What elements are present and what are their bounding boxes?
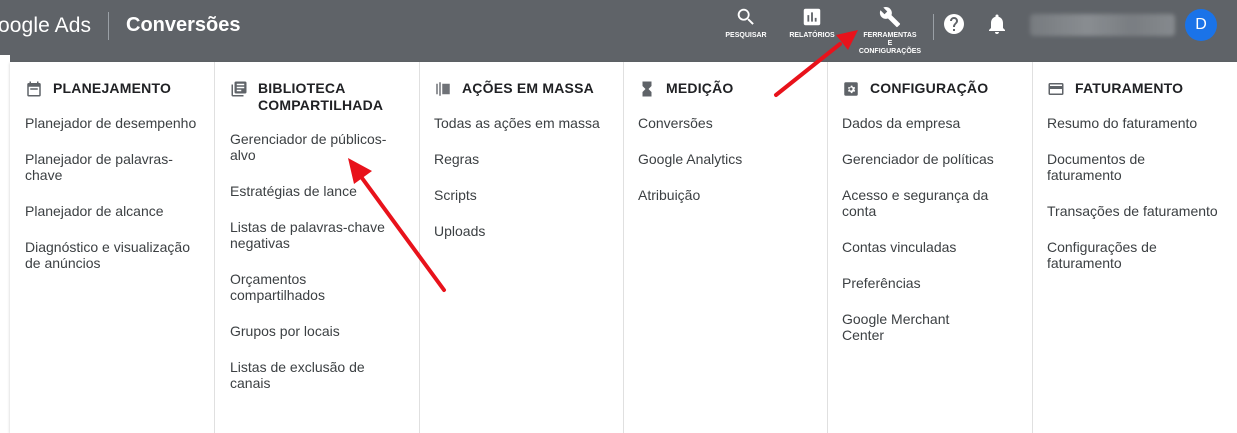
google-ads-logo[interactable]: oogle Ads	[0, 14, 91, 38]
menu-item-listas-palavras-negativas[interactable]: Listas de palavras-chave negativas	[230, 219, 419, 251]
column-biblioteca-compartilhada: BIBLIOTECA COMPARTILHADA Gerenciador de …	[214, 62, 419, 433]
column-faturamento: FATURAMENTO Resumo do faturamento Docume…	[1032, 62, 1237, 433]
menu-item-diagnostico-anuncios[interactable]: Diagnóstico e visualização de anúncios	[25, 239, 214, 271]
column-header-label: BIBLIOTECA COMPARTILHADA	[258, 80, 384, 113]
menu-item-todas-acoes-massa[interactable]: Todas as ações em massa	[434, 115, 623, 131]
column-header-label: CONFIGURAÇÃO	[870, 80, 989, 96]
column-header-label: FATURAMENTO	[1075, 80, 1184, 96]
column-header: MEDIÇÃO	[638, 80, 827, 98]
menu-item-atribuicao[interactable]: Atribuição	[638, 187, 827, 203]
menu-item-acesso-seguranca[interactable]: Acesso e segurança da conta	[842, 187, 1032, 219]
search-label: PESQUISAR	[725, 32, 767, 39]
menu-item-dados-empresa[interactable]: Dados da empresa	[842, 115, 1032, 131]
column-header: PLANEJAMENTO	[25, 80, 214, 98]
menu-item-google-merchant-center[interactable]: Google Merchant Center	[842, 311, 1032, 343]
left-background-strip	[0, 55, 10, 433]
column-items: Gerenciador de públicos- alvo Estratégia…	[230, 131, 419, 391]
column-items: Todas as ações em massa Regras Scripts U…	[434, 115, 623, 239]
wrench-icon	[879, 7, 901, 28]
tools-settings-label: FERRAMENTAS E CONFIGURAÇÕES	[858, 32, 922, 55]
menu-item-listas-exclusao-canais[interactable]: Listas de exclusão de canais	[230, 359, 419, 391]
help-icon	[944, 14, 964, 34]
library-icon	[230, 80, 248, 98]
bulk-actions-icon	[434, 80, 452, 98]
column-items: Dados da empresa Gerenciador de política…	[842, 115, 1032, 343]
menu-item-grupos-locais[interactable]: Grupos por locais	[230, 323, 419, 339]
search-button[interactable]: PESQUISAR	[724, 6, 768, 40]
notifications-button[interactable]	[985, 12, 1009, 36]
menu-item-planejador-desempenho[interactable]: Planejador de desempenho	[25, 115, 214, 131]
menu-item-resumo-faturamento[interactable]: Resumo do faturamento	[1047, 115, 1237, 131]
tools-settings-button[interactable]: FERRAMENTAS E CONFIGURAÇÕES	[854, 6, 926, 56]
menu-item-documentos-faturamento[interactable]: Documentos de faturamento	[1047, 151, 1237, 183]
reports-icon	[803, 8, 821, 26]
tools-menu-panel: PLANEJAMENTO Planejador de desempenho Pl…	[10, 62, 1237, 433]
menu-item-configuracoes-faturamento[interactable]: Configurações de faturamento	[1047, 239, 1237, 271]
column-acoes-em-massa: AÇÕES EM MASSA Todas as ações em massa R…	[419, 62, 623, 433]
column-header: CONFIGURAÇÃO	[842, 80, 1032, 98]
tools-divider	[933, 14, 934, 40]
menu-item-contas-vinculadas[interactable]: Contas vinculadas	[842, 239, 1032, 255]
column-medicao: MEDIÇÃO Conversões Google Analytics Atri…	[623, 62, 827, 433]
column-header: FATURAMENTO	[1047, 80, 1237, 98]
column-header: AÇÕES EM MASSA	[434, 80, 623, 98]
account-info-blurred[interactable]	[1030, 14, 1175, 36]
hourglass-icon	[638, 80, 656, 98]
menu-item-preferencias[interactable]: Preferências	[842, 275, 1032, 291]
settings-icon	[842, 80, 860, 98]
column-items: Resumo do faturamento Documentos de fatu…	[1047, 115, 1237, 271]
menu-item-google-analytics[interactable]: Google Analytics	[638, 151, 827, 167]
reports-label: RELATÓRIOS	[789, 32, 835, 39]
help-button[interactable]	[942, 12, 966, 36]
menu-item-gerenciador-publicos[interactable]: Gerenciador de públicos- alvo	[230, 131, 419, 163]
brand-divider	[108, 12, 109, 40]
menu-item-transacoes-faturamento[interactable]: Transações de faturamento	[1047, 203, 1237, 219]
avatar[interactable]: D	[1185, 9, 1217, 41]
menu-item-conversoes[interactable]: Conversões	[638, 115, 827, 131]
column-items: Planejador de desempenho Planejador de p…	[25, 115, 214, 271]
column-header-label: AÇÕES EM MASSA	[462, 80, 594, 96]
reports-button[interactable]: RELATÓRIOS	[787, 6, 837, 40]
calendar-icon	[25, 80, 43, 98]
menu-item-uploads[interactable]: Uploads	[434, 223, 623, 239]
menu-item-regras[interactable]: Regras	[434, 151, 623, 167]
column-header: BIBLIOTECA COMPARTILHADA	[230, 80, 419, 114]
menu-item-gerenciador-politicas[interactable]: Gerenciador de políticas	[842, 151, 1032, 167]
menu-item-scripts[interactable]: Scripts	[434, 187, 623, 203]
column-configuracao: CONFIGURAÇÃO Dados da empresa Gerenciado…	[827, 62, 1032, 433]
menu-item-planejador-alcance[interactable]: Planejador de alcance	[25, 203, 214, 219]
top-bar: oogle Ads Conversões PESQUISAR RELATÓRIO…	[0, 0, 1237, 55]
column-items: Conversões Google Analytics Atribuição	[638, 115, 827, 203]
credit-card-icon	[1047, 80, 1065, 98]
menu-item-planejador-palavras-chave[interactable]: Planejador de palavras- chave	[25, 151, 214, 183]
menu-item-orcamentos-compartilhados[interactable]: Orçamentos compartilhados	[230, 271, 419, 303]
column-header-label: PLANEJAMENTO	[53, 80, 172, 96]
page-title: Conversões	[126, 14, 241, 36]
bell-icon	[989, 14, 1005, 34]
search-icon	[737, 8, 754, 25]
column-planejamento: PLANEJAMENTO Planejador de desempenho Pl…	[10, 62, 214, 433]
column-header-label: MEDIÇÃO	[666, 80, 734, 96]
menu-item-estrategias-lance[interactable]: Estratégias de lance	[230, 183, 419, 199]
